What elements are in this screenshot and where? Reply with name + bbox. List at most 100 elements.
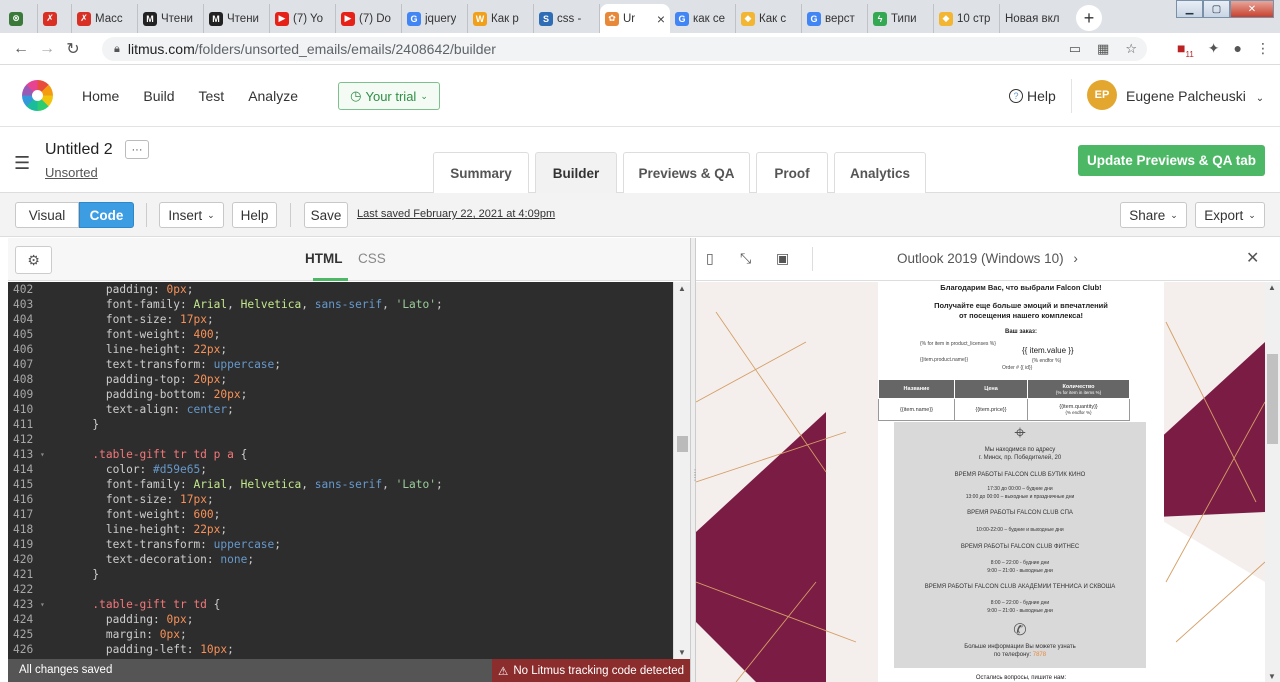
browser-tab[interactable]: Scss - [534,4,600,33]
document-title[interactable]: Untitled 2 [45,141,113,159]
scroll-thumb[interactable] [1267,354,1278,444]
update-previews-button[interactable]: Update Previews & QA tab [1078,145,1265,176]
new-tab-icon[interactable]: + [1076,5,1102,31]
browser-tab[interactable]: ◆ 10 стр [934,4,1000,33]
tab-builder[interactable]: Builder [535,152,617,193]
tab-analytics[interactable]: Analytics [834,152,926,193]
tab-html[interactable]: HTML [305,251,343,266]
close-tab-icon[interactable]: × [657,11,665,27]
cast-icon[interactable]: ▭ [1069,41,1081,57]
fold-icon[interactable]: ▾ [40,447,52,462]
address-bar[interactable]: 🔒︎ litmus.com/folders/unsorted_emails/em… [102,37,1147,61]
code-line[interactable]: 413 ▾ .table-gift tr td p a { [8,447,673,462]
code-line[interactable]: 415 font-family: Arial, Helvetica, sans-… [8,477,673,492]
forward-icon[interactable]: → [34,40,60,58]
tab-previews-qa[interactable]: Previews & QA [623,152,750,193]
tab-css[interactable]: CSS [358,251,386,266]
preview-client-selector[interactable]: Outlook 2019 (Windows 10) › [897,251,1078,266]
insert-dropdown[interactable]: Insert ⌄ [159,202,224,228]
browser-tab[interactable]: M Чтени [204,4,270,33]
code-line[interactable]: 422 [8,582,673,597]
bookmark-star-icon[interactable]: ☆ [1125,41,1137,57]
browser-tab[interactable]: ◆ Как с [736,4,802,33]
code-line[interactable]: 419 text-transform: uppercase; [8,537,673,552]
browser-tab[interactable]: M Чтени [138,4,204,33]
code-line[interactable]: 417 font-weight: 600; [8,507,673,522]
browser-tab[interactable]: Gjquery [402,4,468,33]
folder-link[interactable]: Unsorted [45,165,98,180]
sidebar-toggle-icon[interactable]: ▯ [706,250,714,267]
browser-tab[interactable]: ✗ [38,4,72,33]
browser-tab[interactable]: ✿ Ur × [600,4,670,33]
close-window-icon[interactable]: ✕ [1230,0,1274,18]
help-button[interactable]: Help [232,202,277,228]
code-line[interactable]: 405 font-weight: 400; [8,327,673,342]
browser-tab[interactable]: W Как р [468,4,534,33]
visual-mode-button[interactable]: Visual [15,202,79,228]
tab-summary[interactable]: Summary [433,152,529,193]
nav-analyze[interactable]: Analyze [248,88,298,104]
menu-dots-icon[interactable]: ⋮ [1256,40,1270,59]
code-line[interactable]: 403 font-family: Arial, Helvetica, sans-… [8,297,673,312]
code-line[interactable]: 416 font-size: 17px; [8,492,673,507]
code-line[interactable]: 420 text-decoration: none; [8,552,673,567]
browser-tab[interactable]: ✗ Масс [72,4,138,33]
code-line[interactable]: 426 padding-left: 10px; [8,642,673,657]
puzzle-icon[interactable]: ✦ [1208,40,1220,59]
code-line[interactable]: 418 line-height: 22px; [8,522,673,537]
phone-number[interactable]: 7878 [1033,652,1046,658]
scroll-down-icon[interactable]: ▼ [678,648,686,657]
code-line[interactable]: 414 color: #d59e65; [8,462,673,477]
save-button[interactable]: Save [304,202,348,228]
qr-icon[interactable]: ▦ [1097,41,1109,57]
export-dropdown[interactable]: Export ⌄ [1195,202,1265,228]
settings-gear-icon[interactable]: ⚙ [15,246,52,274]
code-line[interactable]: 409 padding-bottom: 20px; [8,387,673,402]
maximize-icon[interactable]: ▢ [1203,0,1230,18]
extension-icon[interactable]: ■11 [1177,40,1194,59]
nav-home[interactable]: Home [82,88,119,104]
tab-proof[interactable]: Proof [756,152,828,193]
browser-tab[interactable]: Gкак се [670,4,736,33]
code-line[interactable]: 425 margin: 0px; [8,627,673,642]
profile-icon[interactable]: ● [1234,40,1242,59]
fold-icon[interactable]: ▾ [40,597,52,612]
code-line[interactable]: 404 font-size: 17px; [8,312,673,327]
close-icon[interactable]: ✕ [1246,248,1259,268]
scroll-thumb[interactable] [677,436,688,452]
nav-build[interactable]: Build [143,88,174,104]
code-line[interactable]: 407 text-transform: uppercase; [8,357,673,372]
scroll-up-icon[interactable]: ▲ [1268,283,1276,292]
avatar[interactable]: EP [1087,80,1117,110]
browser-tab[interactable]: ⊗ [4,4,38,33]
user-menu[interactable]: Eugene Palcheuski ⌄ [1126,88,1264,104]
last-saved-link[interactable]: Last saved February 22, 2021 at 4:09pm [357,208,555,220]
trial-dropdown[interactable]: ◷ Your trial ⌄ [338,82,440,110]
code-line[interactable]: 423 ▾ .table-gift tr td { [8,597,673,612]
code-line[interactable]: 411 } [8,417,673,432]
browser-tab[interactable]: Gверст [802,4,868,33]
browser-tab[interactable]: ▶ (7) Yo [270,4,336,33]
code-line[interactable]: 406 line-height: 22px; [8,342,673,357]
litmus-logo[interactable] [22,80,53,111]
code-line[interactable]: 424 padding: 0px; [8,612,673,627]
scroll-down-icon[interactable]: ▼ [1268,672,1276,681]
share-dropdown[interactable]: Share ⌄ [1120,202,1187,228]
editor-scrollbar[interactable]: ▲ ▼ [673,282,690,659]
more-options-button[interactable]: ··· [125,140,149,159]
browser-tab[interactable]: ▶ (7) Do [336,4,402,33]
code-line[interactable]: 408 padding-top: 20px; [8,372,673,387]
code-line[interactable]: 421 } [8,567,673,582]
image-icon[interactable]: ▣ [776,250,789,267]
nav-test[interactable]: Test [199,88,225,104]
help-link[interactable]: ? Help [1009,88,1056,104]
browser-tab[interactable]: ϟ Типи [868,4,934,33]
code-editor[interactable]: 402 padding: 0px; 403 font-family: Arial,… [8,282,673,659]
code-line[interactable]: 410 text-align: center; [8,402,673,417]
preview-scrollbar[interactable]: ▲ ▼ [1265,282,1280,682]
minimize-icon[interactable]: ▁ [1176,0,1203,18]
collapse-menu-icon[interactable]: ☰ [14,153,30,174]
tracking-warning[interactable]: ⚠ No Litmus tracking code detected [492,659,690,682]
code-mode-button[interactable]: Code [79,202,134,228]
back-icon[interactable]: ← [8,40,34,58]
